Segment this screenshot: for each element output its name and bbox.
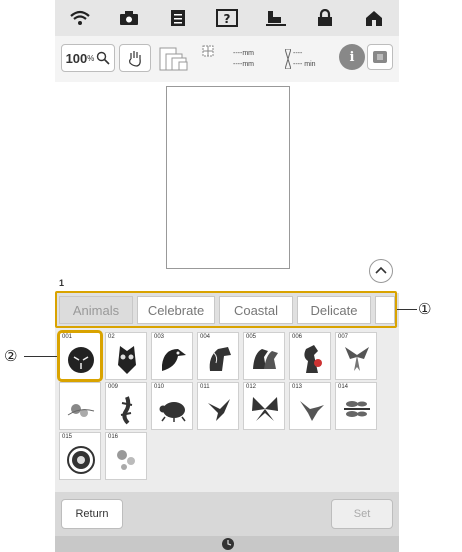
preview-area [55,82,399,272]
home-icon[interactable] [354,3,394,33]
pattern-number: 016 [108,434,119,440]
pattern-tile-010[interactable]: 010 [151,382,193,430]
pattern-tile-011[interactable]: 011 [197,382,239,430]
lion-medallion-icon [67,446,95,474]
pattern-tile-012[interactable]: 012 [243,382,285,430]
layout-icon[interactable] [159,44,223,79]
bird-icon [208,399,230,421]
height-value: ---- [233,61,243,68]
callout-number-1: ① [418,300,432,318]
info-icon: i [349,49,355,65]
callout-line-2 [24,356,57,357]
pattern-number: 02 [108,334,115,340]
pattern-tile-009[interactable]: 009 [105,382,147,430]
pattern-tile-008[interactable]: 008 [59,382,101,430]
zoom-button[interactable]: 100% [61,44,115,72]
pattern-tile-002[interactable]: 02 [105,332,147,380]
edit-toolbar: 100% ----mm ----mm ---- ---- min i [55,36,399,83]
pattern-number: 011 [200,384,210,390]
hourglass-icon [285,49,291,69]
hummingbird-icon [300,401,324,421]
eagle-icon [162,349,186,371]
pattern-tile-016[interactable]: 016 [105,432,147,480]
top-nav-bar: ? [55,0,399,36]
pattern-number: 012 [246,384,257,390]
time-value-2: ---- [293,61,303,68]
pattern-number: 004 [200,334,211,340]
pattern-number: 013 [292,384,303,390]
document-icon[interactable] [158,3,198,33]
camera-icon[interactable] [109,3,149,33]
horse-icon [209,347,231,371]
set-button[interactable]: Set [331,499,393,529]
info-button[interactable]: i [339,44,365,70]
width-value: ---- [233,50,243,57]
magnifier-icon [97,51,110,65]
dragonfly-icon [344,401,370,417]
svg-text:?: ? [224,12,231,26]
pattern-number: 003 [154,334,165,340]
pattern-number: 009 [108,384,119,390]
beetle-icon [159,402,186,422]
height-unit: mm [242,61,254,68]
gecko-icon [120,396,133,425]
pattern-tile-003[interactable]: 003 [151,332,193,380]
time-unit: min [304,61,316,68]
pattern-tile-014[interactable]: 014 [335,382,377,430]
embroidery-screen: ? 100% ----mm ----mm ---- ---- min i 1 A… [55,0,399,552]
pattern-tile-007[interactable]: 007 [335,332,377,380]
page-number: 1 [59,278,65,288]
pattern-tile-004[interactable]: 004 [197,332,239,380]
pattern-number: 007 [338,334,349,340]
time-readout: ---- ---- min [285,48,316,70]
help-icon[interactable]: ? [207,3,247,33]
flower-spray-icon [67,404,95,417]
pattern-tile-015[interactable]: 015 [59,432,101,480]
pan-button[interactable] [119,44,151,72]
horse-rearing-icon [304,345,322,373]
pattern-tile-006[interactable]: 006 [289,332,331,380]
pattern-number: 005 [246,334,257,340]
time-value: ---- [293,50,303,57]
embroidery-frame [166,86,290,269]
status-bar [55,536,399,552]
clock-icon [222,538,234,550]
pattern-number: 006 [292,334,303,340]
lock-icon[interactable] [305,3,345,33]
size-readout: ----mm ----mm [233,48,254,70]
butterfly-icon [252,397,278,421]
selected-pattern-highlight [57,330,103,382]
zoom-value: 100 [65,50,88,66]
pattern-tile-005[interactable]: 005 [243,332,285,380]
horses-icon [253,349,278,369]
owl-icon [118,346,136,374]
hand-icon [129,51,141,67]
callout-line-1 [397,309,417,310]
spool-icon [373,51,387,63]
wifi-icon[interactable] [60,3,100,33]
return-button[interactable]: Return [61,499,123,529]
pattern-tile-013[interactable]: 013 [289,382,331,430]
pattern-number: 010 [154,384,165,390]
floral-spray-icon [117,450,135,470]
collapse-button[interactable] [369,259,393,283]
pattern-number: 015 [62,434,73,440]
callout-box-tabs [55,291,397,328]
bottom-action-bar: Return Set [55,492,399,536]
thread-button[interactable] [367,44,393,70]
embroidery-foot-icon[interactable] [256,3,296,33]
phoenix-icon [345,347,369,371]
pattern-number: 014 [338,384,349,390]
callout-number-2: ② [4,347,18,365]
chevron-up-icon [375,266,387,274]
width-unit: mm [242,50,254,57]
zoom-unit: % [87,53,95,63]
